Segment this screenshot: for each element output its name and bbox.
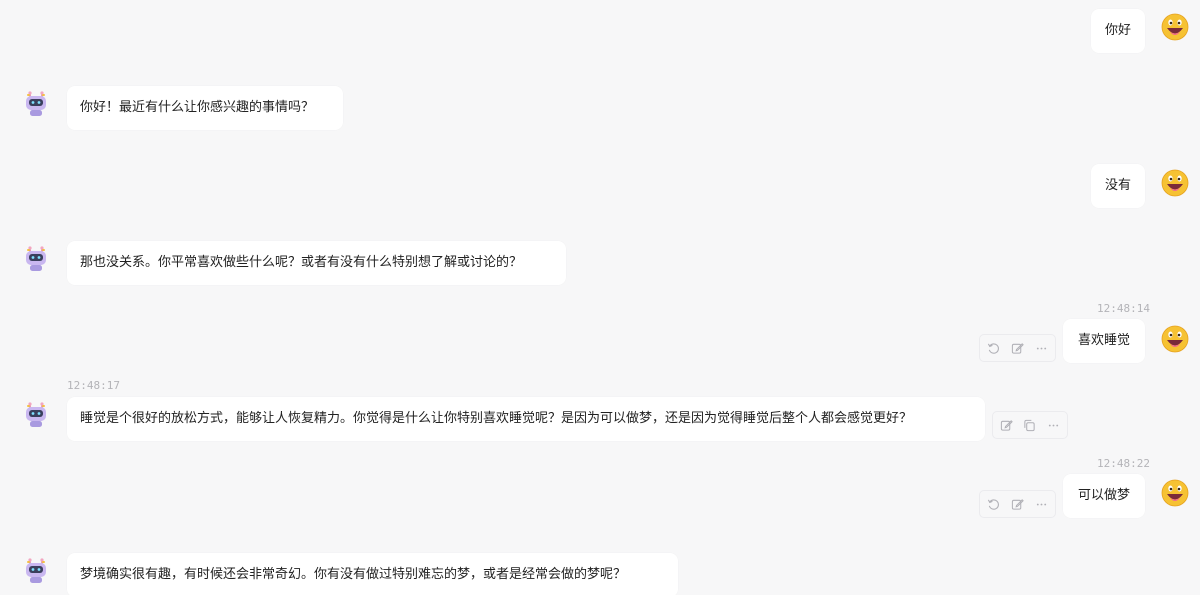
assistant-message: 梦境确实很有趣，有时候还会非常奇幻。你有没有做过特别难忘的梦，或者是经常会做的梦…: [67, 553, 678, 595]
robot-icon: [26, 246, 46, 271]
assistant-message: 你好！最近有什么让你感兴趣的事情吗？: [67, 86, 343, 130]
user-message: 没有: [1091, 164, 1145, 208]
message-text: 没有: [1104, 178, 1131, 193]
more-icon[interactable]: [1033, 496, 1049, 512]
user-avatar: [1161, 13, 1189, 41]
message-timestamp: 12:48:14: [1097, 302, 1150, 315]
grinning-face-emoji-icon: [1161, 479, 1189, 507]
retry-icon[interactable]: [986, 340, 1002, 356]
edit-icon[interactable]: [1010, 340, 1026, 356]
retry-icon[interactable]: [986, 496, 1002, 512]
message-text: 你好！最近有什么让你感兴趣的事情吗？: [80, 100, 315, 115]
assistant-message: 睡觉是个很好的放松方式，能够让人恢复精力。你觉得是什么让你特别喜欢睡觉呢？是因为…: [67, 397, 985, 441]
user-avatar: [1161, 325, 1189, 353]
edit-icon[interactable]: [1010, 496, 1026, 512]
assistant-avatar: [22, 557, 50, 585]
assistant-avatar: [22, 90, 50, 118]
more-icon[interactable]: [1046, 417, 1061, 433]
assistant-message-actions: [992, 411, 1068, 439]
message-text: 喜欢睡觉: [1077, 333, 1130, 348]
grinning-face-emoji-icon: [1161, 13, 1189, 41]
user-message: 喜欢睡觉: [1063, 319, 1145, 363]
robot-icon: [26, 558, 46, 583]
robot-icon: [26, 402, 46, 427]
user-message-actions: [979, 334, 1056, 362]
message-timestamp: 12:48:17: [67, 379, 120, 392]
user-avatar: [1161, 479, 1189, 507]
message-text: 睡觉是个很好的放松方式，能够让人恢复精力。你觉得是什么让你特别喜欢睡觉呢？是因为…: [80, 411, 913, 426]
grinning-face-emoji-icon: [1161, 325, 1189, 353]
message-text: 梦境确实很有趣，有时候还会非常奇幻。你有没有做过特别难忘的梦，或者是经常会做的梦…: [80, 567, 627, 582]
message-text: 可以做梦: [1077, 488, 1130, 503]
grinning-face-emoji-icon: [1161, 169, 1189, 197]
message-text: 你好: [1104, 23, 1131, 38]
message-timestamp: 12:48:22: [1097, 457, 1150, 470]
assistant-avatar: [22, 245, 50, 273]
robot-icon: [26, 91, 46, 116]
copy-icon[interactable]: [1022, 417, 1037, 433]
chat-thread: 你好 你好！最近有什么让你感兴趣的事情吗？ 没有 那也没关系。你平常喜欢做些什么…: [0, 0, 1200, 595]
user-avatar: [1161, 169, 1189, 197]
edit-icon[interactable]: [999, 417, 1014, 433]
user-message: 可以做梦: [1063, 474, 1145, 518]
user-message: 你好: [1091, 9, 1145, 53]
message-text: 那也没关系。你平常喜欢做些什么呢？或者有没有什么特别想了解或讨论的？: [80, 255, 523, 270]
more-icon[interactable]: [1033, 340, 1049, 356]
user-message-actions: [979, 490, 1056, 518]
assistant-message: 那也没关系。你平常喜欢做些什么呢？或者有没有什么特别想了解或讨论的？: [67, 241, 566, 285]
assistant-avatar: [22, 401, 50, 429]
